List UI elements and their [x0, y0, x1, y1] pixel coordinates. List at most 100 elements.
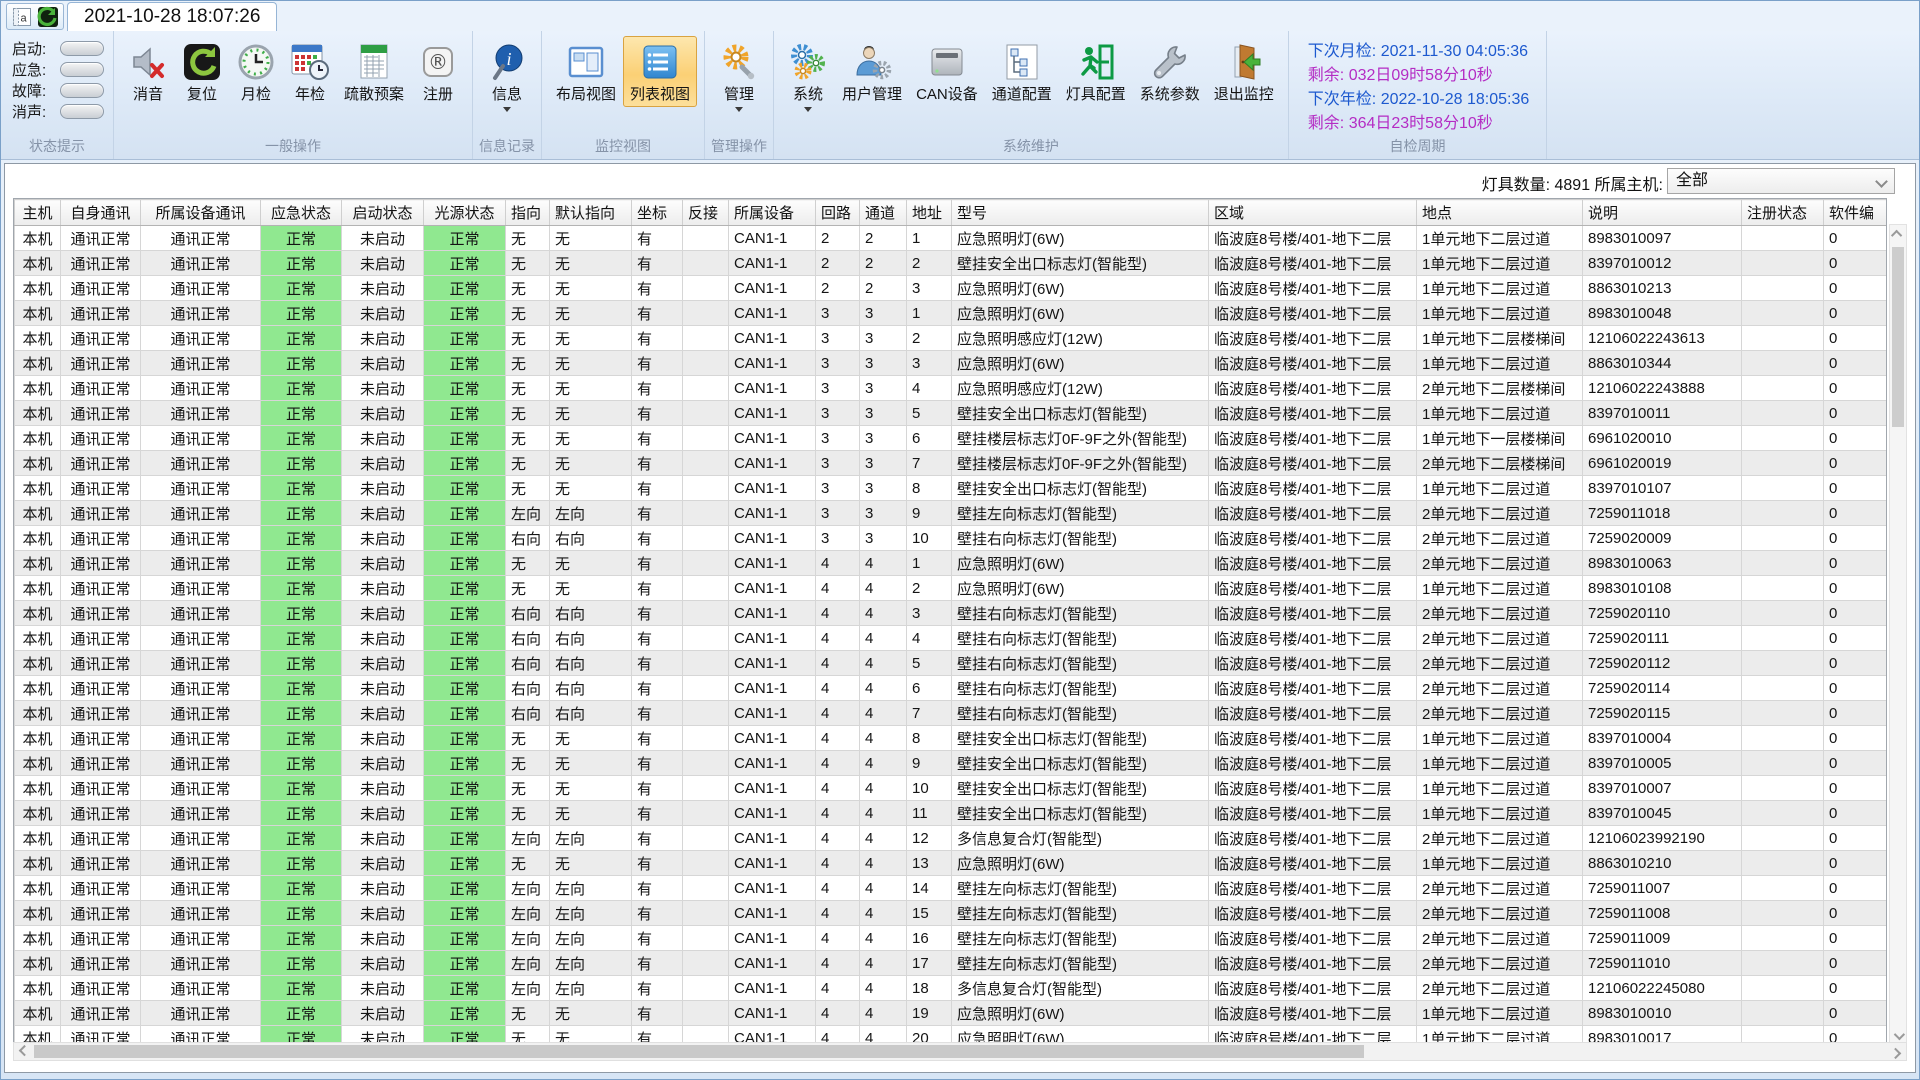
column-header-addr[interactable]: 地址: [907, 200, 952, 226]
column-header-host[interactable]: 主机: [15, 200, 61, 226]
cell-loop: 4: [816, 776, 860, 801]
table-row[interactable]: 本机通讯正常通讯正常正常未启动正常无无有CAN1-1331应急照明灯(6W)临波…: [15, 301, 1888, 326]
system-params-button[interactable]: 系统参数: [1133, 36, 1207, 107]
column-header-self_comm[interactable]: 自身通讯: [61, 200, 141, 226]
scroll-right-button[interactable]: [1888, 1043, 1906, 1060]
scroll-left-button[interactable]: [14, 1043, 32, 1060]
channel-config-label: 通道配置: [992, 86, 1052, 104]
user-management-button[interactable]: 用户管理: [835, 36, 909, 107]
cell-reverse: [683, 551, 729, 576]
cell-dir: 无: [550, 551, 632, 576]
lamp-config-button[interactable]: 灯具配置: [1059, 36, 1133, 107]
table-row[interactable]: 本机通讯正常通讯正常正常未启动正常右向右向有CAN1-13310壁挂右向标志灯(…: [15, 526, 1888, 551]
table-row[interactable]: 本机通讯正常通讯正常正常未启动正常左向左向有CAN1-14415壁挂左向标志灯(…: [15, 901, 1888, 926]
cell-loop: 4: [816, 751, 860, 776]
column-header-dir[interactable]: 默认指向: [550, 200, 632, 226]
can-device-button[interactable]: CAN设备: [909, 36, 985, 107]
cell-dir: 无: [550, 276, 632, 301]
horizontal-scrollbar[interactable]: [13, 1042, 1907, 1061]
column-header-channel[interactable]: 通道: [860, 200, 907, 226]
table-row[interactable]: 本机通讯正常通讯正常正常未启动正常无无有CAN1-1221应急照明灯(6W)临波…: [15, 226, 1888, 251]
table-row[interactable]: 本机通讯正常通讯正常正常未启动正常右向右向有CAN1-1443壁挂右向标志灯(智…: [15, 601, 1888, 626]
table-row[interactable]: 本机通讯正常通讯正常正常未启动正常右向右向有CAN1-1445壁挂右向标志灯(智…: [15, 651, 1888, 676]
cell-model: 应急照明灯(6W): [952, 276, 1209, 301]
scroll-up-button[interactable]: [1890, 225, 1906, 243]
table-row[interactable]: 本机通讯正常通讯正常正常未启动正常无无有CAN1-1448壁挂安全出口标志灯(智…: [15, 726, 1888, 751]
reset-button[interactable]: 复位: [175, 36, 229, 107]
table-row[interactable]: 本机通讯正常通讯正常正常未启动正常无无有CAN1-14411壁挂安全出口标志灯(…: [15, 801, 1888, 826]
column-header-emergency[interactable]: 应急状态: [261, 200, 342, 226]
table-row[interactable]: 本机通讯正常通讯正常正常未启动正常右向右向有CAN1-1446壁挂右向标志灯(智…: [15, 676, 1888, 701]
table-row[interactable]: 本机通讯正常通讯正常正常未启动正常无无有CAN1-1336壁挂楼层标志灯0F-9…: [15, 426, 1888, 451]
table-row[interactable]: 本机通讯正常通讯正常正常未启动正常无无有CAN1-1335壁挂安全出口标志灯(智…: [15, 401, 1888, 426]
refresh-arrow-icon[interactable]: [37, 6, 59, 28]
exit-monitor-button[interactable]: 退出监控: [1207, 36, 1281, 107]
info-button[interactable]: i 信息: [480, 36, 534, 119]
column-header-dev_comm[interactable]: 所属设备通讯: [141, 200, 261, 226]
annual-check-button[interactable]: 年检: [283, 36, 337, 107]
table-row[interactable]: 本机通讯正常通讯正常正常未启动正常无无有CAN1-1337壁挂楼层标志灯0F-9…: [15, 451, 1888, 476]
column-header-device[interactable]: 所属设备: [729, 200, 816, 226]
table-row[interactable]: 本机通讯正常通讯正常正常未启动正常无无有CAN1-1334应急照明感应灯(12W…: [15, 376, 1888, 401]
monthly-check-button[interactable]: 月检: [229, 36, 283, 107]
svg-text:a: a: [20, 12, 27, 24]
cell-dir: 左向: [506, 976, 550, 1001]
table-row[interactable]: 本机通讯正常通讯正常正常未启动正常无无有CAN1-1442应急照明灯(6W)临波…: [15, 576, 1888, 601]
table-row[interactable]: 本机通讯正常通讯正常正常未启动正常无无有CAN1-14419应急照明灯(6W)临…: [15, 1001, 1888, 1026]
table-row[interactable]: 本机通讯正常通讯正常正常未启动正常无无有CAN1-1441应急照明灯(6W)临波…: [15, 551, 1888, 576]
register-button[interactable]: ® 注册: [411, 36, 465, 107]
cell-loop: 4: [816, 701, 860, 726]
table-row[interactable]: 本机通讯正常通讯正常正常未启动正常无无有CAN1-1449壁挂安全出口标志灯(智…: [15, 751, 1888, 776]
cell-dir: 无: [550, 401, 632, 426]
table-row[interactable]: 本机通讯正常通讯正常正常未启动正常左向左向有CAN1-14414壁挂左向标志灯(…: [15, 876, 1888, 901]
cell-host: 本机: [15, 351, 61, 376]
cell-dir: 右向: [506, 701, 550, 726]
column-header-loop[interactable]: 回路: [816, 200, 860, 226]
cell-loop: 4: [816, 576, 860, 601]
table-row[interactable]: 本机通讯正常通讯正常正常未启动正常无无有CAN1-14413应急照明灯(6W)临…: [15, 851, 1888, 876]
table-row[interactable]: 本机通讯正常通讯正常正常未启动正常左向左向有CAN1-14416壁挂左向标志灯(…: [15, 926, 1888, 951]
table-row[interactable]: 本机通讯正常通讯正常正常未启动正常左向左向有CAN1-14412多信息复合灯(智…: [15, 826, 1888, 851]
vertical-scrollbar[interactable]: [1889, 224, 1907, 1046]
cell-addr: 17: [907, 951, 952, 976]
cell-emergency: 正常: [261, 676, 342, 701]
table-row[interactable]: 本机通讯正常通讯正常正常未启动正常无无有CAN1-1223应急照明灯(6W)临波…: [15, 276, 1888, 301]
mute-button[interactable]: 消音: [121, 36, 175, 107]
channel-config-button[interactable]: 通道配置: [985, 36, 1059, 107]
host-filter-select[interactable]: 全部: [1667, 168, 1895, 194]
ribbon: 启动: 应急: 故障: 消声: 状态提示: [1, 31, 1919, 160]
cell-dir: 无: [550, 226, 632, 251]
column-header-reverse[interactable]: 反接: [683, 200, 729, 226]
list-view-button[interactable]: 列表视图: [623, 36, 697, 107]
table-row[interactable]: 本机通讯正常通讯正常正常未启动正常右向右向有CAN1-1447壁挂右向标志灯(智…: [15, 701, 1888, 726]
table-row[interactable]: 本机通讯正常通讯正常正常未启动正常右向右向有CAN1-1444壁挂右向标志灯(智…: [15, 626, 1888, 651]
column-header-coord[interactable]: 坐标: [632, 200, 683, 226]
table-row[interactable]: 本机通讯正常通讯正常正常未启动正常无无有CAN1-1338壁挂安全出口标志灯(智…: [15, 476, 1888, 501]
table-row[interactable]: 本机通讯正常通讯正常正常未启动正常无无有CAN1-1222壁挂安全出口标志灯(智…: [15, 251, 1888, 276]
table-row[interactable]: 本机通讯正常通讯正常正常未启动正常左向左向有CAN1-14417壁挂左向标志灯(…: [15, 951, 1888, 976]
column-header-sw[interactable]: 软件编: [1824, 200, 1888, 226]
column-header-reg[interactable]: 注册状态: [1742, 200, 1824, 226]
table-row[interactable]: 本机通讯正常通讯正常正常未启动正常无无有CAN1-1333应急照明灯(6W)临波…: [15, 351, 1888, 376]
layout-view-button[interactable]: 布局视图: [549, 36, 623, 107]
manage-button[interactable]: 管理: [712, 36, 766, 119]
table-row[interactable]: 本机通讯正常通讯正常正常未启动正常左向左向有CAN1-1339壁挂左向标志灯(智…: [15, 501, 1888, 526]
table-row[interactable]: 本机通讯正常通讯正常正常未启动正常无无有CAN1-1332应急照明感应灯(12W…: [15, 326, 1888, 351]
column-header-light[interactable]: 光源状态: [424, 200, 506, 226]
cell-sw: 0: [1824, 476, 1888, 501]
table-row[interactable]: 本机通讯正常通讯正常正常未启动正常左向左向有CAN1-14418多信息复合灯(智…: [15, 976, 1888, 1001]
cell-area: 临波庭8号楼/401-地下二层: [1209, 1001, 1417, 1026]
column-header-area[interactable]: 区域: [1209, 200, 1417, 226]
column-header-place[interactable]: 地点: [1417, 200, 1583, 226]
evacuation-plan-button[interactable]: 疏散预案: [337, 36, 411, 107]
horizontal-scroll-thumb[interactable]: [34, 1045, 1364, 1058]
column-header-model[interactable]: 型号: [952, 200, 1209, 226]
form-icon[interactable]: a: [11, 6, 33, 28]
system-button[interactable]: 系统: [781, 36, 835, 119]
column-header-start[interactable]: 启动状态: [342, 200, 424, 226]
column-header-desc[interactable]: 说明: [1583, 200, 1742, 226]
vertical-scroll-thumb[interactable]: [1892, 247, 1904, 427]
cell-device: CAN1-1: [729, 876, 816, 901]
table-row[interactable]: 本机通讯正常通讯正常正常未启动正常无无有CAN1-14410壁挂安全出口标志灯(…: [15, 776, 1888, 801]
column-header-dir[interactable]: 指向: [506, 200, 550, 226]
